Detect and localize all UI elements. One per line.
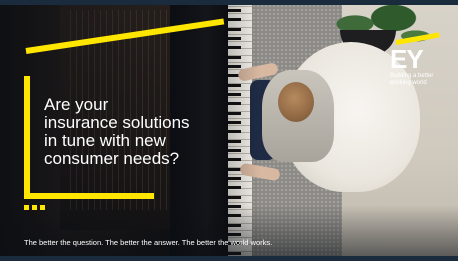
dot [24, 205, 29, 210]
headline-line: insurance solutions [44, 113, 190, 132]
dots-ellipsis-icon [24, 205, 45, 210]
ey-logo-tagline-line: Building a better [390, 73, 434, 79]
ey-logo-mark: EY [390, 44, 424, 74]
frame-bottom-bar [0, 256, 458, 261]
ey-logo-tagline-line: working world [390, 80, 427, 86]
dot [40, 205, 45, 210]
bottom-shade-overlay [0, 205, 458, 261]
girl-hair-image [278, 82, 314, 122]
headline-line: Are your [44, 95, 109, 114]
dot [32, 205, 37, 210]
headline-line: consumer needs? [44, 149, 180, 168]
yellow-beam-bottom [24, 193, 154, 199]
ey-logo-tagline: Building a better working world [390, 73, 450, 87]
yellow-beam-left [24, 80, 30, 198]
tagline: The better the question. The better the … [24, 238, 273, 247]
frame-top-bar [0, 0, 458, 5]
headline-line: in tune with new [44, 131, 166, 150]
ey-ad-banner[interactable]: Are your insurance solutions in tune wit… [0, 0, 458, 261]
headline: Are your insurance solutions in tune wit… [44, 96, 224, 168]
